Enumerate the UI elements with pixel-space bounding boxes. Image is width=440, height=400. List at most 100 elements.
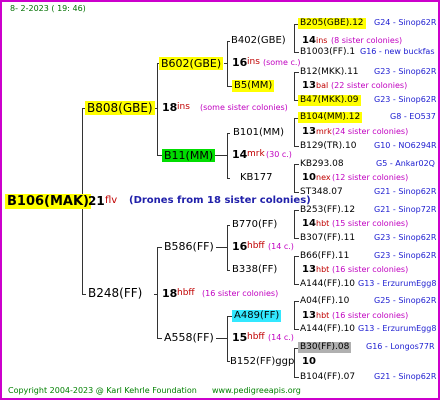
gen4-queen[interactable]: B1003(FF).1 [300,48,355,57]
gen3-code: mrk [316,127,332,136]
gen4-queen[interactable]: ST348.07 [300,188,343,197]
connector [294,301,295,329]
drone-note: (Drones from 18 sister colonies) [129,195,311,206]
root-queen[interactable]: B106(MAK) [5,194,91,209]
connector [227,270,230,271]
connector [157,247,158,338]
gen3-num: 13 [302,126,316,137]
connector [216,338,227,339]
gen4-queen[interactable]: B129(TR).10 [300,142,356,151]
gen2-note: (14 c.) [268,333,294,342]
gen3-queen[interactable]: B101(MM) [233,128,284,138]
gen3-queen[interactable]: B402(GBE) [231,36,286,46]
gen3-note: (16 sister colonies) [332,265,409,274]
connector [294,192,299,193]
gen4-queen[interactable]: A144(FF).10 [300,325,355,334]
gen3-queen[interactable]: B5(MM) [232,80,275,92]
gen1-queen[interactable]: B808(GBE) [85,101,155,115]
gen3-note: (8 sister colonies) [331,36,403,45]
gen3-note: (16 sister colonies) [332,311,409,320]
gen2-queen[interactable]: B602(GBE) [159,57,224,70]
connector [294,301,299,302]
gen2-num: 16 [232,240,248,253]
gen3-code: hbt [316,311,330,320]
gen2-note: (some c.) [263,58,301,67]
connector [227,225,230,226]
gen2-num: 15 [232,331,248,344]
gen1-queen[interactable]: B248(FF) [88,287,142,299]
connector [294,256,299,257]
connector [154,294,157,295]
gen2-note: (30 c.) [266,150,292,159]
gen4-ref: G8 - EO537 [390,112,436,121]
gen3-num: 13 [302,80,316,91]
gen4-queen[interactable]: KB293.08 [300,160,344,169]
gen3-queen[interactable]: B338(FF) [232,265,277,275]
gen4-ref: G23 - Sinop62R [374,67,437,76]
connector [157,338,162,339]
gen4-queen[interactable]: B253(FF).12 [300,206,355,215]
gen2-code: hbff [247,332,265,342]
connector [294,72,295,100]
gen3-queen[interactable]: B152(FF)ggp [230,357,294,367]
connector [227,316,228,361]
gen4-ref: G23 - Sinop62R [374,95,437,104]
gen1-num: 18 [162,101,178,114]
connector [157,63,158,155]
gen4-queen[interactable]: B104(MM).12 [298,112,363,123]
connector [294,210,295,238]
gen4-queen[interactable]: B205(GBE).12 [298,18,366,29]
connector [294,52,299,53]
gen4-queen[interactable]: B30(FF).08 [298,342,352,353]
gen3-queen[interactable]: B770(FF) [232,220,277,230]
pedigree-frame: 8- 2-2023 ( 19: 46) B106(MAK) 21 flv (Dr… [0,0,440,400]
gen3-num: 10 [302,172,316,183]
gen2-queen[interactable]: B11(MM) [162,149,216,162]
gen4-queen[interactable]: B47(MKK).09 [298,95,361,106]
gen1-code: ins [177,102,190,112]
connector [294,256,295,284]
connector [294,238,299,239]
gen2-num: 16 [232,56,248,69]
gen3-num: 14 [302,218,316,229]
gen4-ref: G5 - Ankar02Q [376,159,435,168]
connector [294,284,299,285]
connector [227,41,228,86]
root-lines-label: flv [105,195,118,206]
gen4-queen[interactable]: B66(FF).11 [300,252,349,261]
connector [224,63,227,64]
gen4-ref: G21 - Sinop62R [374,187,437,196]
connector [294,164,299,165]
gen3-num: 13 [302,310,316,321]
gen3-queen[interactable]: A489(FF) [232,310,282,322]
gen3-num: 10 [302,356,316,367]
connector [294,146,299,147]
gen4-queen[interactable]: A144(FF).10 [300,280,355,289]
gen1-note: (16 sister colonies) [202,289,279,298]
gen4-queen[interactable]: B307(FF).11 [300,234,355,243]
connector [216,247,227,248]
gen4-ref: G16 - new buckfas [360,47,435,56]
connector [82,294,86,295]
gen2-code: mrk [247,149,265,159]
connector [227,133,230,134]
gen4-queen[interactable]: B12(MKK).11 [300,68,359,77]
gen1-num: 18 [162,287,178,300]
site-link[interactable]: www.pedigreeapis.org [212,387,301,395]
gen3-num: 14 [302,35,316,46]
gen4-ref: G16 - Longos77R [366,342,435,351]
gen2-queen[interactable]: B586(FF) [164,241,214,252]
gen2-queen[interactable]: A558(FF) [164,332,214,343]
gen1-note: (some sister colonies) [200,103,288,112]
gen3-queen[interactable]: KB177 [240,173,273,183]
date-line: 8- 2-2023 ( 19: 46) [10,4,86,13]
connector [227,133,228,178]
gen4-queen[interactable]: A04(FF).10 [300,297,349,306]
root-gen: 21 [88,194,105,208]
connector [294,24,295,52]
gen4-ref: G25 - Sinop62R [374,296,437,305]
connector [227,178,230,179]
connector [227,41,230,42]
gen4-queen[interactable]: B104(FF).07 [300,373,355,382]
connector [294,118,295,146]
